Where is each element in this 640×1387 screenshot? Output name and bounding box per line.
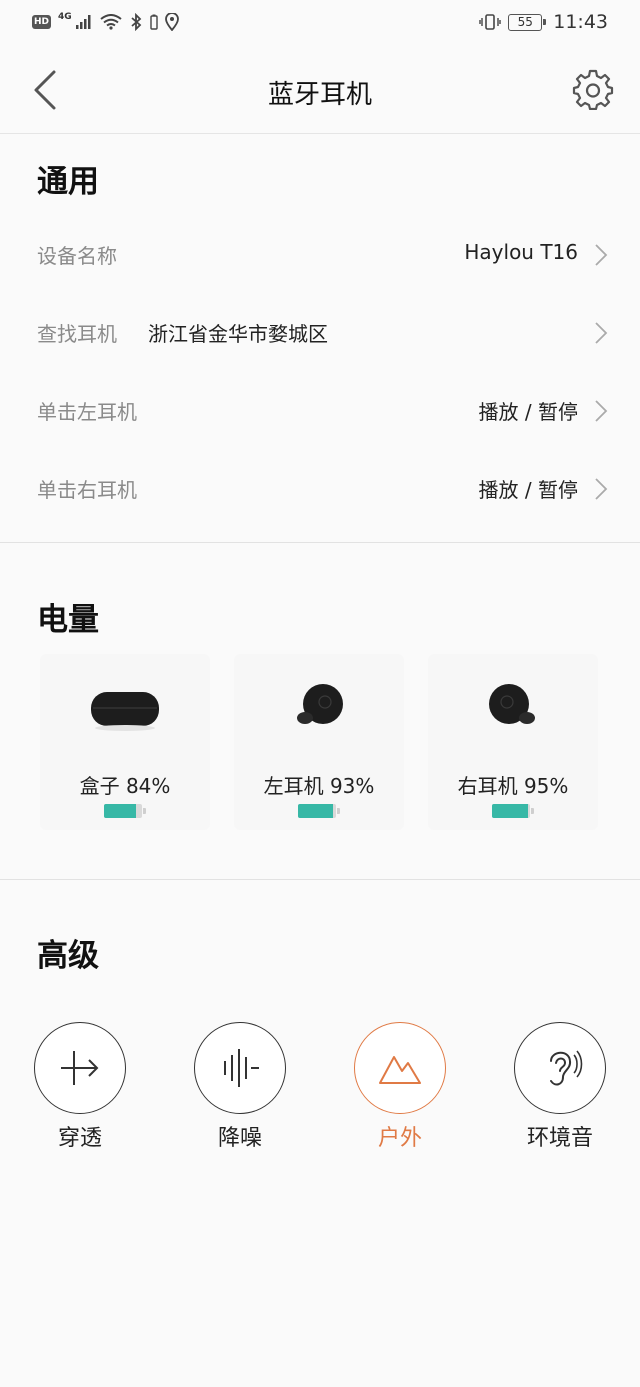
battery-small-icon: [149, 14, 158, 30]
right-earbud-icon: [489, 684, 535, 724]
signal-icon: [75, 15, 91, 29]
mode-circle: [34, 1022, 126, 1114]
noise-cancel-icon: [224, 1049, 259, 1087]
status-right: 55 11:43: [479, 11, 608, 33]
divider: [0, 542, 640, 543]
battery-card-right: 右耳机 95%: [428, 654, 598, 830]
mode-circle: [354, 1022, 446, 1114]
chevron-right-icon: [595, 322, 608, 344]
row-label: 单击右耳机: [37, 478, 137, 502]
status-time: 11:43: [553, 11, 608, 33]
battery-level-bar: [492, 804, 534, 818]
row-value: 播放 / 暂停: [478, 400, 578, 424]
location-icon: [164, 13, 179, 31]
status-bar: HD 4G 55 11:43: [0, 0, 640, 44]
row-find-earbuds[interactable]: 查找耳机 浙江省金华市婺城区: [0, 294, 640, 372]
mode-outdoor[interactable]: 户外: [352, 1022, 448, 1152]
mode-noise-cancel[interactable]: 降噪: [192, 1022, 288, 1152]
left-earbud-icon: [297, 684, 343, 724]
battery-fill: [298, 804, 334, 818]
mode-circle: [514, 1022, 606, 1114]
chevron-right-icon: [595, 244, 608, 266]
row-tap-left[interactable]: 单击左耳机 播放 / 暂停: [0, 372, 640, 450]
battery-label: 左耳机 93%: [263, 774, 375, 798]
mode-label: 环境音: [526, 1126, 593, 1151]
battery-label: 盒子 84%: [79, 774, 171, 798]
battery-fill: [492, 804, 529, 818]
battery-card-case: 盒子 84%: [40, 654, 210, 830]
chevron-right-icon: [595, 478, 608, 500]
section-general-title: 通用: [37, 164, 99, 200]
mountain-icon: [379, 1056, 421, 1084]
row-value: Haylou T16: [464, 240, 578, 264]
row-label: 查找耳机: [37, 322, 117, 346]
row-label: 单击左耳机: [37, 400, 137, 424]
row-tap-right[interactable]: 单击右耳机 播放 / 暂停: [0, 450, 640, 528]
mode-label: 户外: [377, 1126, 422, 1151]
mode-circle: [194, 1022, 286, 1114]
battery-label: 右耳机 95%: [457, 774, 569, 798]
battery-indicator: 55: [508, 13, 547, 31]
ear-icon: [550, 1050, 583, 1086]
charging-case-icon: [91, 692, 159, 731]
network-label: 4G: [58, 12, 72, 22]
mode-ambient[interactable]: 环境音: [512, 1022, 608, 1152]
navigation-header: 蓝牙耳机: [0, 44, 640, 134]
battery-level-bar: [298, 804, 340, 818]
battery-card-left: 左耳机 93%: [234, 654, 404, 830]
mode-label: 降噪: [217, 1126, 262, 1151]
divider: [0, 879, 640, 880]
chevron-right-icon: [595, 400, 608, 422]
page-title: 蓝牙耳机: [267, 80, 372, 110]
mode-passthrough[interactable]: 穿透: [32, 1022, 128, 1152]
row-location-value: 浙江省金华市婺城区: [148, 322, 328, 346]
vibrate-icon: [479, 14, 501, 30]
wifi-icon: [100, 14, 122, 30]
bluetooth-icon: [131, 13, 141, 31]
battery-level-bar: [104, 804, 146, 818]
passthrough-icon: [61, 1051, 99, 1085]
gear-icon[interactable]: [572, 68, 614, 110]
section-advanced-title: 高级: [37, 938, 99, 974]
hd-badge: HD: [32, 15, 52, 29]
row-label: 设备名称: [37, 244, 117, 268]
mode-label: 穿透: [57, 1126, 102, 1151]
row-value: 播放 / 暂停: [478, 478, 578, 502]
battery-fill: [104, 804, 136, 818]
row-device-name[interactable]: 设备名称 Haylou T16: [0, 216, 640, 294]
section-battery-title: 电量: [37, 602, 99, 638]
status-left: HD 4G: [32, 12, 179, 31]
